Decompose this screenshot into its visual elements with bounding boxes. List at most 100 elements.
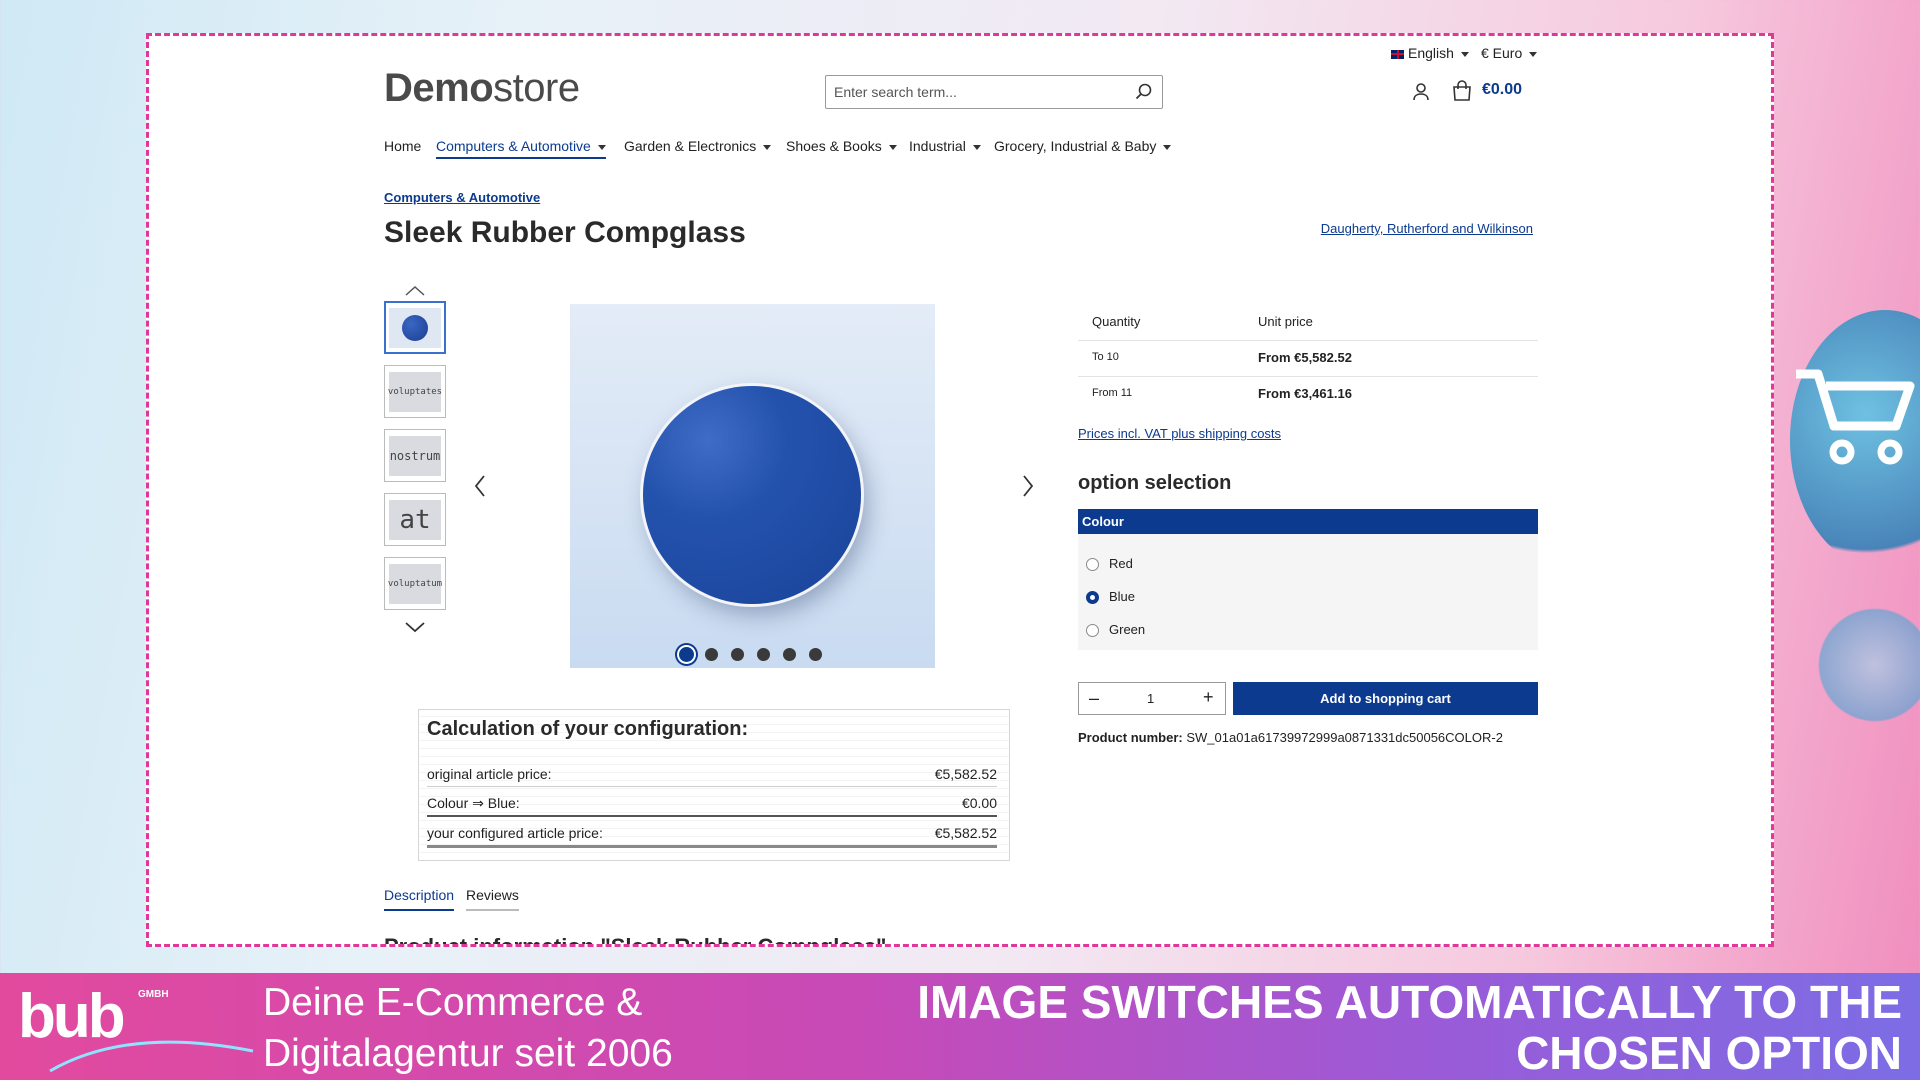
nav-item-grocery-industrial-baby[interactable]: Grocery, Industrial & Baby xyxy=(994,138,1171,154)
price-cell: From €5,582.52 xyxy=(1258,350,1352,365)
agency-tagline: Deine E-Commerce & Digitalagentur seit 2… xyxy=(263,977,673,1079)
search-input[interactable] xyxy=(825,75,1163,109)
option-label: Green xyxy=(1109,622,1146,637)
quantity-input[interactable]: 1 xyxy=(1147,691,1154,706)
thumbnail-1[interactable] xyxy=(384,301,446,354)
gallery-dot[interactable] xyxy=(731,648,744,661)
configuration-calculation-box: Calculation of your configuration: origi… xyxy=(418,709,1010,861)
product-number-value: SW_01a01a61739972999a0871331dc50056COLOR… xyxy=(1186,730,1503,745)
price-table: Quantity Unit price To 10 From €5,582.52… xyxy=(1078,304,1538,439)
promo-footer-banner: bub GMBH Deine E-Commerce & Digitalagent… xyxy=(0,973,1920,1080)
swoosh-icon xyxy=(49,1040,254,1073)
calculation-title: Calculation of your configuration: xyxy=(427,718,749,740)
manufacturer-link[interactable]: Daugherty, Rutherford and Wilkinson xyxy=(1321,221,1533,236)
thumbnail-2[interactable]: voluptates xyxy=(384,365,446,418)
nav-item-computers-automotive[interactable]: Computers & Automotive xyxy=(436,138,606,159)
language-label: English xyxy=(1408,45,1454,61)
calculation-label: original article price: xyxy=(427,766,552,782)
radio-button[interactable] xyxy=(1086,591,1099,604)
quantity-cell: From 11 xyxy=(1092,387,1133,399)
product-information-heading: Product information "Sleek Rubber Compgl… xyxy=(384,934,887,947)
feature-headline: IMAGE SWITCHES AUTOMATICALLY TO THE CHOS… xyxy=(917,977,1902,1079)
thumbnail-4[interactable]: at xyxy=(384,493,446,546)
price-table-header: Quantity Unit price xyxy=(1078,304,1538,341)
logo-bold-text: Demo xyxy=(384,66,494,110)
gallery-dot[interactable] xyxy=(757,648,770,661)
calculation-value: €5,582.52 xyxy=(934,766,997,782)
background-decoration xyxy=(1810,600,1920,730)
gallery-prev-arrow-icon[interactable] xyxy=(473,474,487,503)
thumbnail-text: voluptates xyxy=(388,371,442,412)
thumbnail-3[interactable]: nostrum xyxy=(384,429,446,482)
option-selection-heading: option selection xyxy=(1078,472,1232,494)
add-to-cart-button[interactable]: Add to shopping cart xyxy=(1233,682,1538,715)
option-group-body: Red Blue Green xyxy=(1078,534,1538,650)
cart-total[interactable]: €0.00 xyxy=(1482,81,1522,99)
cart-icon[interactable] xyxy=(1451,80,1473,107)
calculation-row: your configured article price: €5,582.52 xyxy=(427,825,997,848)
nav-item-industrial[interactable]: Industrial xyxy=(909,138,981,154)
table-row: From 11 From €3,461.16 xyxy=(1078,376,1538,412)
calculation-value: €5,582.52 xyxy=(934,825,997,841)
gallery-dot[interactable] xyxy=(809,648,822,661)
tagline-line-2: Digitalagentur seit 2006 xyxy=(263,1032,673,1075)
option-label: Red xyxy=(1109,556,1133,571)
bub-logo-badge: GMBH xyxy=(138,989,169,1000)
quantity-minus-button[interactable]: – xyxy=(1089,688,1099,709)
option-red[interactable]: Red xyxy=(1086,556,1206,572)
shop-screenshot-frame: English € Euro Demostore €0.00 Home Comp… xyxy=(146,33,1774,947)
thumbnail-up-chevron-icon[interactable] xyxy=(404,284,426,302)
calculation-value: €0.00 xyxy=(961,795,997,811)
currency-selector[interactable]: € Euro xyxy=(1481,45,1537,61)
thumbnail-down-chevron-icon[interactable] xyxy=(404,620,426,638)
nav-label: Computers & Automotive xyxy=(436,138,591,154)
vat-shipping-link[interactable]: Prices incl. VAT plus shipping costs xyxy=(1078,426,1281,441)
gallery-dot[interactable] xyxy=(679,647,694,662)
bub-logo: bub GMBH xyxy=(18,981,254,1073)
search-box xyxy=(825,75,1163,109)
gallery-dot[interactable] xyxy=(783,648,796,661)
quantity-cell: To 10 xyxy=(1092,351,1119,363)
quantity-stepper: – 1 + xyxy=(1078,682,1226,715)
product-title: Sleek Rubber Compglass xyxy=(384,216,746,249)
headline-line-1: IMAGE SWITCHES AUTOMATICALLY TO THE xyxy=(917,976,1902,1028)
tab-reviews[interactable]: Reviews xyxy=(466,887,519,911)
product-number: Product number: SW_01a01a61739972999a087… xyxy=(1078,730,1503,745)
nav-item-home[interactable]: Home xyxy=(384,138,421,154)
thumbnail-text: at xyxy=(389,499,441,540)
nav-label: Garden & Electronics xyxy=(624,138,757,154)
thumbnail-5[interactable]: voluptatum xyxy=(384,557,446,610)
option-blue[interactable]: Blue xyxy=(1086,589,1206,605)
nav-item-garden-electronics[interactable]: Garden & Electronics xyxy=(624,138,771,154)
column-header-unit-price: Unit price xyxy=(1258,314,1313,329)
quantity-plus-button[interactable]: + xyxy=(1203,687,1214,708)
calculation-row: original article price: €5,582.52 xyxy=(427,766,997,787)
gallery-dot[interactable] xyxy=(705,648,718,661)
currency-label: € Euro xyxy=(1481,45,1523,61)
product-ball-shape xyxy=(643,386,861,604)
column-header-quantity: Quantity xyxy=(1092,314,1141,329)
thumbnail-text: voluptatum xyxy=(388,563,442,604)
logo-light-text: store xyxy=(493,66,580,110)
language-selector[interactable]: English xyxy=(1391,45,1469,61)
search-icon[interactable] xyxy=(1135,83,1153,106)
radio-button[interactable] xyxy=(1086,624,1099,637)
calculation-row: Colour ⇒ Blue: €0.00 xyxy=(427,795,997,817)
breadcrumb[interactable]: Computers & Automotive xyxy=(384,190,540,205)
option-green[interactable]: Green xyxy=(1086,622,1206,638)
store-logo[interactable]: Demostore xyxy=(384,66,580,111)
tab-description[interactable]: Description xyxy=(384,887,455,911)
nav-item-shoes-books[interactable]: Shoes & Books xyxy=(786,138,897,154)
calculation-label: Colour ⇒ Blue: xyxy=(427,795,520,811)
tagline-line-1: Deine E-Commerce & xyxy=(263,981,643,1024)
nav-label: Shoes & Books xyxy=(786,138,882,154)
thumbnail-text: nostrum xyxy=(389,435,441,476)
account-icon[interactable] xyxy=(1411,82,1431,107)
calculation-label: your configured article price: xyxy=(427,825,603,841)
product-main-image[interactable] xyxy=(570,304,935,668)
nav-label: Grocery, Industrial & Baby xyxy=(994,138,1157,154)
option-group-label: Colour xyxy=(1082,514,1124,529)
uk-flag-icon xyxy=(1391,49,1404,59)
radio-button[interactable] xyxy=(1086,558,1099,571)
gallery-next-arrow-icon[interactable] xyxy=(1021,474,1035,503)
